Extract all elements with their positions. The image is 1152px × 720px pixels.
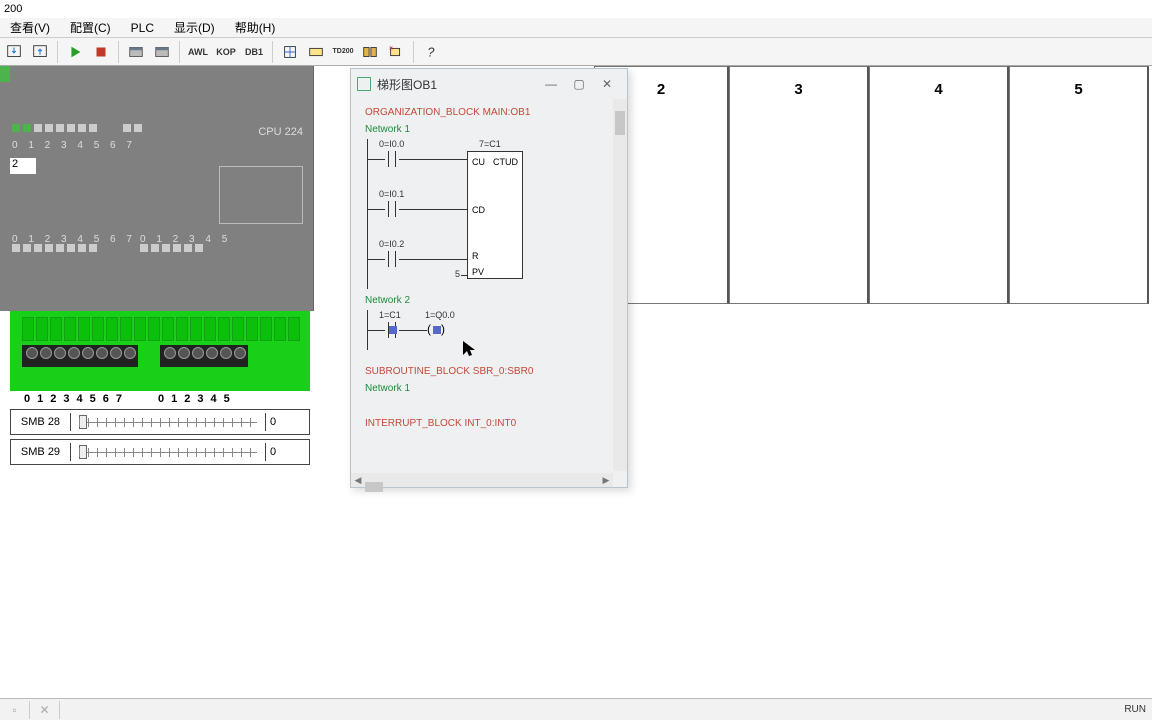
i02-label: 0=I0.2 [379,239,404,249]
statusbar-tab1[interactable]: ▫ [0,701,30,719]
ladder-dialog: 梯形图OB1 — ▢ ✕ ORGANIZATION_BLOCK MAIN:OB1… [350,68,628,488]
input-leds-a [12,124,142,132]
kop-button[interactable]: KOP [213,40,239,64]
tool2-icon[interactable] [304,40,328,64]
db1-button[interactable]: DB1 [241,40,267,64]
module1-icon[interactable] [124,40,148,64]
run-icon[interactable] [63,40,87,64]
help-icon[interactable]: ? [419,40,443,64]
cpu-label: CPU 224 [258,126,303,138]
display-value: 2 [10,158,36,174]
terminal-nums-b: 012345 [122,393,230,405]
close-button[interactable]: ✕ [593,73,621,95]
menu-help[interactable]: 帮助(H) [225,17,286,38]
smb28-row: SMB 28 0 [10,409,310,435]
menu-display[interactable]: 显示(D) [164,17,225,38]
contact-i00[interactable] [385,151,399,167]
dialog-icon [357,77,371,91]
minimize-button[interactable]: — [537,73,565,95]
dialog-titlebar[interactable]: 梯形图OB1 — ▢ ✕ [351,69,627,99]
ob-header: ORGANIZATION_BLOCK MAIN:OB1 [365,107,613,118]
cd-pin: CD [472,205,485,215]
pane-5[interactable]: 5 [1009,66,1149,304]
sim-tab[interactable] [0,66,10,82]
dialog-hscroll[interactable]: ◀▶ [351,473,613,487]
toolbar: AWL KOP DB1 TD200 ? [0,38,1152,66]
awl-button[interactable]: AWL [185,40,211,64]
pv-pin: PV [472,267,484,277]
dialog-body: ORGANIZATION_BLOCK MAIN:OB1 Network 1 0=… [351,99,627,469]
smb28-slider[interactable] [71,422,265,423]
module2-icon[interactable] [150,40,174,64]
terminal-nums-a: 01234567 [10,393,122,405]
status-bar: ▫ ✕ RUN [0,698,1152,720]
menu-config[interactable]: 配置(C) [60,17,121,38]
workarea: CPU 224 0 1 2 3 4 5 6 7 2 0 1 2 3 4 5 6 … [0,66,1152,698]
sbr-header: SUBROUTINE_BLOCK SBR_0:SBR0 [365,366,613,377]
smb29-label: SMB 29 [11,443,71,461]
terminal-block [10,311,310,391]
dialog-title: 梯形图OB1 [377,76,537,93]
q00-label: 1=Q0.0 [425,310,455,320]
smb29-row: SMB 29 0 [10,439,310,465]
statusbar-close[interactable]: ✕ [30,701,60,719]
tool1-icon[interactable] [278,40,302,64]
sim-rect [219,166,303,224]
smb28-label: SMB 28 [11,413,71,431]
output-leds-a [12,244,97,252]
rung-1[interactable]: 0=I0.0 7=C1 CU CTUD CD R PV 0=I0.1 [367,139,613,289]
pv-value: 5 [455,269,460,279]
svg-text:?: ? [427,45,434,59]
upload-icon[interactable] [28,40,52,64]
int-header: INTERRUPT_BLOCK INT_0:INT0 [365,418,613,429]
menu-bar: 查看(V) 配置(C) PLC 显示(D) 帮助(H) [0,18,1152,38]
pane-4[interactable]: 4 [869,66,1009,304]
i00-label: 0=I0.0 [379,139,404,149]
i01-label: 0=I0.1 [379,189,404,199]
rung-2[interactable]: 1=C1 1=Q0.0 [367,310,613,350]
network2-label: Network 2 [365,295,613,306]
network1b-label: Network 1 [365,383,613,394]
contact-state-on [389,326,397,334]
coil-state-on [433,326,441,334]
counter-box[interactable]: CU CTUD CD R PV [467,151,523,279]
output-leds-b [140,244,203,252]
c1-contact-label: 1=C1 [379,310,401,320]
ctud-label: CTUD [493,157,518,167]
menu-view[interactable]: 查看(V) [0,17,60,38]
smb28-value: 0 [265,413,309,431]
smb29-value: 0 [265,443,309,461]
plc-simulator: CPU 224 0 1 2 3 4 5 6 7 2 0 1 2 3 4 5 6 … [0,66,314,311]
input-nums-a: 0 1 2 3 4 5 6 7 [12,140,136,151]
download-icon[interactable] [2,40,26,64]
run-status: RUN [1124,704,1152,715]
pane-3[interactable]: 3 [729,66,869,304]
tool4-icon[interactable] [384,40,408,64]
network1-label: Network 1 [365,124,613,135]
contact-i02[interactable] [385,251,399,267]
c1-label: 7=C1 [479,139,501,149]
cu-pin: CU [472,157,485,167]
maximize-button[interactable]: ▢ [565,73,593,95]
tool3-icon[interactable] [358,40,382,64]
contact-i01[interactable] [385,201,399,217]
stop-icon[interactable] [89,40,113,64]
dialog-vscroll[interactable] [613,99,627,471]
smb29-slider[interactable] [71,452,265,453]
r-pin: R [472,251,479,261]
menu-plc[interactable]: PLC [121,19,164,37]
title-bar: 200 [0,0,1152,18]
td200-button[interactable]: TD200 [330,40,356,64]
